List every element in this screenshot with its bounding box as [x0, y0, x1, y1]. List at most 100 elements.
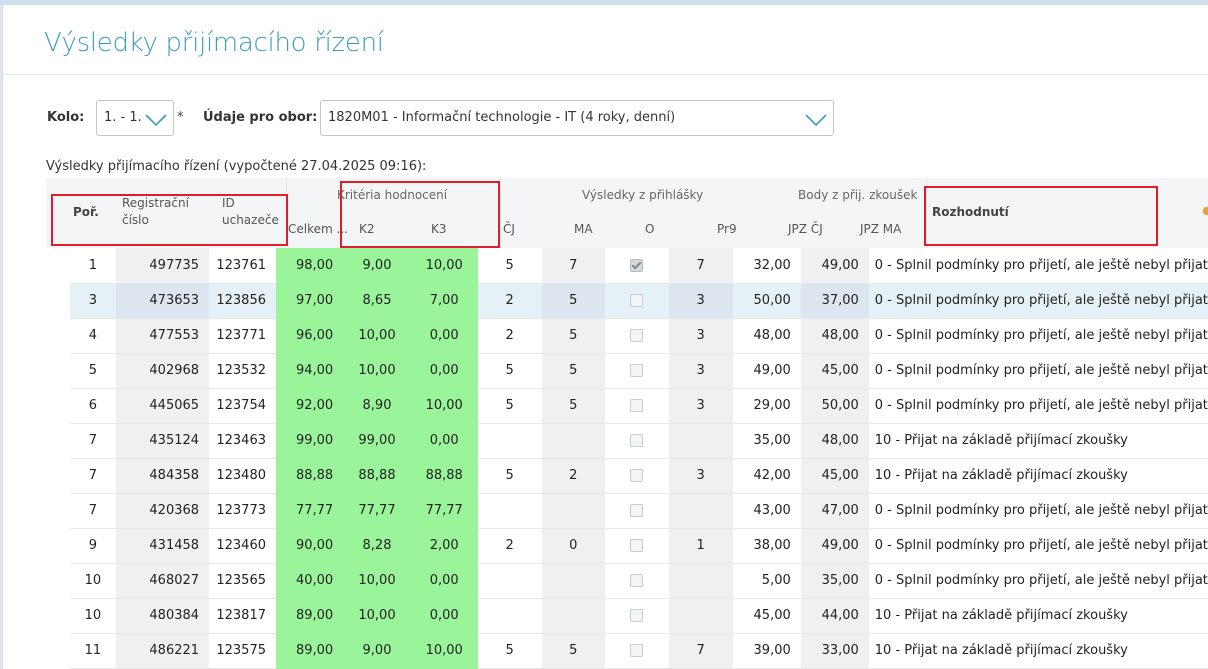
o-checkbox[interactable]: [630, 644, 644, 657]
o-checkbox[interactable]: [630, 609, 644, 622]
cell-jpz-cj: 50,00: [732, 283, 801, 319]
cell-celkem: 98,00: [276, 248, 344, 284]
o-checkbox[interactable]: [630, 539, 644, 552]
cell-k3: 0,00: [410, 318, 478, 354]
cell-pr9: 3: [668, 388, 733, 424]
cell-por: 6: [70, 388, 116, 424]
cell-cj: [477, 563, 542, 599]
header-divider: [500, 178, 501, 248]
o-checkbox[interactable]: [630, 434, 644, 447]
cell-rozhodnuti: 0 - Splnil podmínky pro přijetí, ale ješ…: [868, 318, 1208, 354]
table-row[interactable]: 6 445065 123754 92,00 8,90 10,00 5 5 3 29,00 50,00…: [70, 388, 1208, 424]
cell-celkem: 89,00: [276, 633, 344, 669]
cell-por: 11: [70, 633, 116, 669]
table-row[interactable]: 10 468027 123565 40,00 10,00 0,00 5,00 35,00 0 -…: [70, 563, 1208, 599]
table-row[interactable]: 7 420368 123773 77,77 77,77 77,77 43,00 47,00 0 …: [70, 493, 1208, 529]
cell-rozhodnuti: 0 - Splnil podmínky pro přijetí, ale ješ…: [868, 388, 1208, 424]
col-header-id-line1[interactable]: ID: [222, 196, 235, 210]
col-header-por[interactable]: Poř.: [73, 205, 99, 219]
cell-reg: 468027: [115, 563, 210, 599]
table-row[interactable]: 7 435124 123463 99,00 99,00 0,00 35,00 48,00 10 …: [70, 423, 1208, 459]
cell-o: [604, 423, 669, 459]
o-checkbox[interactable]: [630, 469, 644, 482]
col-header-k2[interactable]: K2: [359, 222, 375, 236]
col-header-pr9[interactable]: Pr9: [717, 222, 737, 236]
cell-jpz-cj: 29,00: [732, 388, 801, 424]
col-header-cj[interactable]: ČJ: [503, 222, 515, 236]
table-row[interactable]: 7 484358 123480 88,88 88,88 88,88 5 2 3 42,00 45,0…: [70, 458, 1208, 494]
cell-o: [604, 283, 669, 319]
cell-jpz-ma: 49,00: [800, 248, 869, 284]
col-header-rozhodnuti[interactable]: Rozhodnutí: [932, 205, 1009, 219]
cell-k3: 10,00: [410, 633, 478, 669]
cell-reg: 497735: [115, 248, 210, 284]
cell-pr9: 3: [668, 353, 733, 389]
cell-k3: 0,00: [410, 353, 478, 389]
cell-cj: 2: [477, 283, 542, 319]
col-header-ma[interactable]: MA: [574, 222, 593, 236]
col-header-k3[interactable]: K3: [431, 222, 447, 236]
cell-reg: 480384: [115, 598, 210, 634]
table-row[interactable]: 10 480384 123817 89,00 10,00 0,00 45,00 44,00 10…: [70, 598, 1208, 634]
col-header-reg-line2[interactable]: číslo: [122, 213, 149, 227]
cell-celkem: 88,88: [276, 458, 344, 494]
o-checkbox[interactable]: [630, 258, 644, 272]
table-row[interactable]: 11 486221 123575 89,00 9,00 10,00 5 5 7 39,00 33,0…: [70, 633, 1208, 669]
cell-jpz-cj: 45,00: [732, 598, 801, 634]
cell-jpz-ma: 48,00: [800, 318, 869, 354]
obor-select[interactable]: 1820M01 - Informační technologie - IT (4…: [320, 100, 834, 136]
o-checkbox[interactable]: [630, 574, 644, 587]
cell-por: 4: [70, 318, 116, 354]
cell-celkem: 77,77: [276, 493, 344, 529]
cell-k3: 0,00: [410, 598, 478, 634]
cell-rozhodnuti: 0 - Splnil podmínky pro přijetí, ale ješ…: [868, 563, 1208, 599]
table-row[interactable]: 3 473653 123856 97,00 8,65 7,00 2 5 3 50,00 37,00 0…: [70, 283, 1208, 319]
cell-rozhodnuti: 0 - Splnil podmínky pro přijetí, ale ješ…: [868, 283, 1208, 319]
cell-o: [604, 633, 669, 669]
cell-cj: 2: [477, 318, 542, 354]
cell-celkem: 90,00: [276, 528, 344, 564]
cell-ma: 0: [541, 528, 605, 564]
cell-ma: 2: [541, 458, 605, 494]
cell-k2: 9,00: [343, 248, 411, 284]
cell-por: 5: [70, 353, 116, 389]
col-header-reg-line1[interactable]: Registrační: [122, 196, 189, 210]
cell-por: 7: [70, 458, 116, 494]
cell-reg: 402968: [115, 353, 210, 389]
cell-id: 123532: [209, 353, 276, 389]
col-header-celkem[interactable]: Celkem ...: [288, 222, 348, 236]
cell-o: [604, 563, 669, 599]
col-header-o[interactable]: O: [645, 222, 654, 236]
table-row[interactable]: 5 402968 123532 94,00 10,00 0,00 5 5 3 49,00 45,00…: [70, 353, 1208, 389]
o-checkbox[interactable]: [630, 399, 644, 412]
cell-ma: [541, 493, 605, 529]
cell-por: 9: [70, 528, 116, 564]
cell-jpz-ma: 45,00: [800, 458, 869, 494]
o-checkbox[interactable]: [630, 504, 644, 517]
kolo-select-value: 1. - 1.: [104, 110, 142, 125]
o-checkbox[interactable]: [630, 294, 644, 307]
o-checkbox[interactable]: [630, 364, 644, 377]
cell-reg: 477553: [115, 318, 210, 354]
col-header-id-line2[interactable]: uchazeče: [222, 213, 279, 227]
cell-cj: 5: [477, 388, 542, 424]
cell-celkem: 99,00: [276, 423, 344, 459]
col-header-jpz-ma[interactable]: JPZ MA: [860, 222, 901, 236]
cell-o: [604, 248, 669, 284]
cell-ma: 5: [541, 318, 605, 354]
cell-id: 123856: [209, 283, 276, 319]
cell-jpz-ma: 35,00: [800, 563, 869, 599]
cell-pr9: 3: [668, 283, 733, 319]
cell-o: [604, 493, 669, 529]
cell-jpz-ma: 48,00: [800, 423, 869, 459]
table-row[interactable]: 1 497735 123761 98,00 9,00 10,00 5 7 7 32,00 49,00…: [70, 248, 1208, 284]
table-row[interactable]: 4 477553 123771 96,00 10,00 0,00 2 5 3 48,00 48,00…: [70, 318, 1208, 354]
cell-reg: 420368: [115, 493, 210, 529]
cell-pr9: [668, 423, 733, 459]
table-row[interactable]: 9 431458 123460 90,00 8,28 2,00 2 0 1 38,00 49,00 0…: [70, 528, 1208, 564]
col-header-jpz-cj[interactable]: JPZ ČJ: [788, 222, 823, 236]
cell-jpz-cj: 35,00: [732, 423, 801, 459]
o-checkbox[interactable]: [630, 329, 644, 342]
cell-pr9: 7: [668, 248, 733, 284]
kolo-select[interactable]: 1. - 1.: [96, 100, 174, 136]
